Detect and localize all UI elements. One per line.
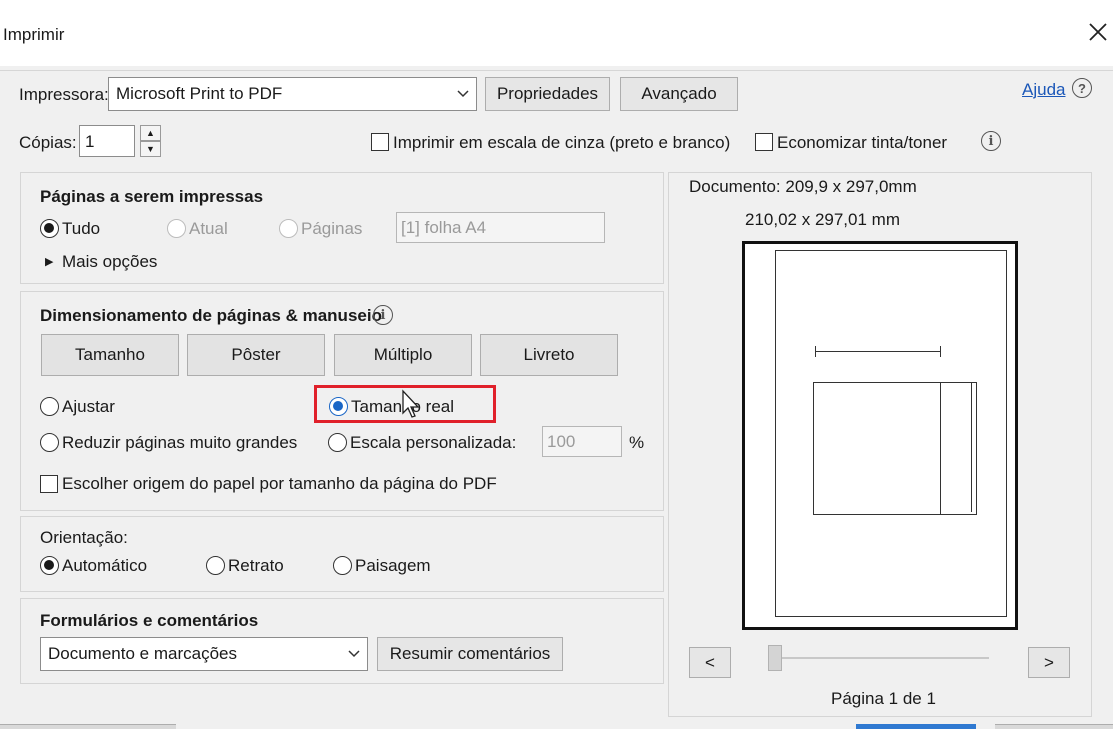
next-page-button[interactable]: > (1028, 647, 1070, 678)
pages-range-value: [1] folha A4 (401, 218, 487, 237)
copies-label: Cópias: (19, 133, 77, 152)
pages-current-label: Atual (189, 219, 228, 238)
prev-page-button[interactable]: < (689, 647, 731, 678)
printer-select-value: Microsoft Print to PDF (116, 84, 283, 103)
page-setup-button-edge[interactable] (0, 724, 176, 729)
pages-all-label: Tudo (62, 219, 101, 238)
grayscale-label: Imprimir em escala de cinza (preto e bra… (393, 133, 731, 152)
percent-label: % (629, 433, 645, 452)
more-options-link[interactable]: Mais opções (62, 252, 157, 272)
help-link[interactable]: Ajuda (1022, 80, 1065, 100)
chevron-down-icon (450, 78, 476, 110)
orientation-auto-radio[interactable] (40, 556, 59, 575)
properties-button[interactable]: Propriedades (485, 77, 610, 111)
fit-radio[interactable] (40, 397, 59, 416)
expand-triangle-icon[interactable]: ▶ (45, 255, 53, 268)
height-dimension-line (971, 382, 972, 512)
orientation-auto-label: Automático (62, 556, 148, 575)
close-icon[interactable] (1086, 20, 1110, 44)
copies-input[interactable]: 1 (79, 125, 135, 157)
printer-select[interactable]: Microsoft Print to PDF (108, 77, 477, 111)
page-slider-thumb[interactable] (768, 645, 782, 671)
orientation-portrait-label: Retrato (228, 556, 284, 575)
advanced-button[interactable]: Avançado (620, 77, 738, 111)
window-title: Imprimir (3, 25, 65, 44)
tab-size[interactable]: Tamanho (41, 334, 179, 376)
custom-scale-label: Escala personalizada: (350, 433, 517, 452)
orientation-landscape-label: Paisagem (355, 556, 431, 575)
print-button-edge[interactable] (856, 724, 976, 729)
forms-heading: Formulários e comentários (40, 611, 259, 630)
help-icon[interactable]: ? (1072, 78, 1092, 98)
page-indicator: Página 1 de 1 (831, 689, 936, 708)
shrink-radio[interactable] (40, 433, 59, 452)
forms-select[interactable]: Documento e marcações (40, 637, 368, 671)
content-inner-line (813, 382, 941, 515)
mouse-cursor-icon (401, 389, 421, 424)
copies-value: 1 (85, 132, 95, 151)
copies-increment-icon[interactable]: ▲ (140, 125, 161, 141)
forms-chevron-down-icon (341, 638, 367, 670)
paper-source-label: Escolher origem do papel por tamanho da … (62, 474, 497, 493)
width-dimension-line (815, 351, 940, 352)
width-dimension-tick-right (940, 346, 941, 357)
summarize-comments-button[interactable]: Resumir comentários (377, 637, 563, 671)
orientation-portrait-radio[interactable] (206, 556, 225, 575)
tab-poster[interactable]: Pôster (187, 334, 325, 376)
save-ink-label: Economizar tinta/toner (777, 133, 948, 152)
actual-size-radio[interactable] (329, 397, 348, 416)
orientation-landscape-radio[interactable] (333, 556, 352, 575)
info-icon[interactable]: i (981, 131, 1001, 151)
custom-scale-radio[interactable] (328, 433, 347, 452)
title-separator (0, 70, 1113, 71)
grayscale-checkbox[interactable] (371, 133, 389, 151)
custom-scale-value: 100 (547, 432, 576, 451)
title-bar (0, 0, 1113, 66)
tab-booklet[interactable]: Livreto (480, 334, 618, 376)
printer-label: Impressora: (19, 85, 109, 104)
orientation-heading: Orientação: (40, 528, 128, 547)
save-ink-checkbox[interactable] (755, 133, 773, 151)
paper-size-label: 210,02 x 297,01 mm (745, 210, 900, 229)
cancel-button-edge[interactable] (995, 724, 1113, 729)
forms-select-value: Documento e marcações (48, 644, 237, 663)
width-dimension-tick-left (815, 346, 816, 357)
copies-decrement-icon[interactable]: ▼ (140, 141, 161, 157)
custom-scale-input[interactable]: 100 (542, 426, 622, 457)
pages-all-radio[interactable] (40, 219, 59, 238)
pages-current-radio[interactable] (167, 219, 186, 238)
fit-label: Ajustar (62, 397, 115, 416)
sizing-info-icon[interactable]: i (373, 305, 393, 325)
shrink-label: Reduzir páginas muito grandes (62, 433, 298, 452)
tab-multiple[interactable]: Múltiplo (334, 334, 472, 376)
page-slider-track[interactable] (770, 657, 989, 659)
pages-heading: Páginas a serem impressas (40, 187, 264, 206)
pages-range-label: Páginas (301, 219, 363, 238)
paper-source-checkbox[interactable] (40, 475, 58, 493)
pages-range-radio[interactable] (279, 219, 298, 238)
pages-range-input[interactable]: [1] folha A4 (396, 212, 605, 243)
sizing-heading: Dimensionamento de páginas & manuseio (40, 306, 382, 325)
document-size-label: Documento: 209,9 x 297,0mm (689, 177, 917, 196)
